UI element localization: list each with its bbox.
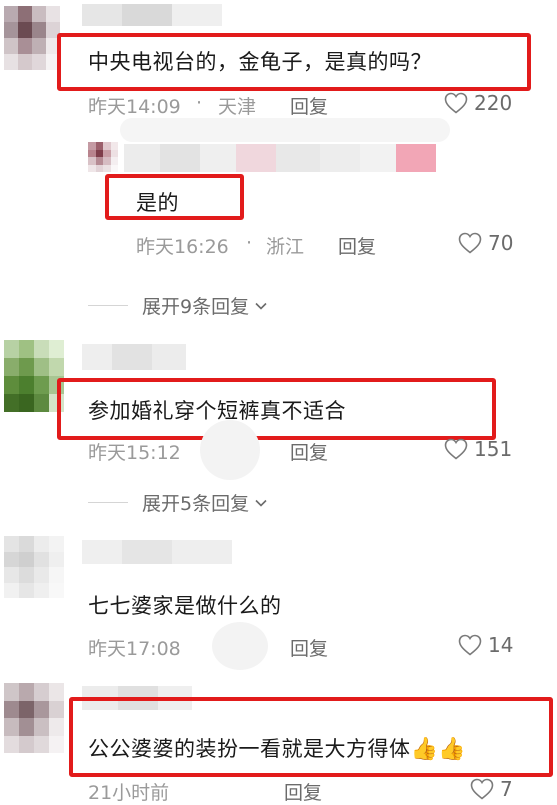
username-blurred[interactable] [82, 344, 186, 370]
avatar[interactable] [4, 340, 64, 412]
like-count: 70 [488, 231, 514, 255]
comment-location: 天津 [218, 96, 257, 118]
avatar[interactable] [4, 683, 64, 753]
divider [88, 502, 128, 503]
comment-time: 昨天17:08 [88, 638, 181, 660]
comment-time: 昨天16:26 [136, 236, 229, 258]
comment-text: 参加婚礼穿个短裤真不适合 [88, 399, 346, 423]
blur-artifact [200, 420, 260, 480]
comment-time: 21小时前 [88, 782, 170, 804]
like-button[interactable]: 14 [458, 633, 513, 657]
expand-label: 展开5条回复 [142, 493, 250, 515]
avatar[interactable] [4, 6, 60, 70]
dot-separator: · [246, 232, 253, 254]
like-button[interactable]: 220 [444, 91, 512, 115]
heart-icon [458, 634, 482, 656]
like-count: 220 [474, 91, 513, 115]
like-count: 151 [474, 437, 513, 461]
heart-icon [444, 438, 468, 460]
expand-replies-button[interactable]: 展开9条回复 [88, 292, 269, 319]
reply-button[interactable]: 回复 [290, 92, 328, 119]
comment-body: 公公婆婆的装扮一看就是大方得体 [88, 737, 411, 761]
heart-icon [444, 92, 468, 114]
username-blurred[interactable] [124, 144, 436, 172]
heart-icon [470, 778, 494, 800]
comment-location: 浙江 [266, 236, 305, 258]
like-button[interactable]: 7 [470, 777, 513, 801]
expand-label: 展开9条回复 [142, 296, 250, 318]
thumbs-up-icon: 👍👍 [410, 737, 467, 762]
reply-button[interactable]: 回复 [338, 232, 376, 259]
comment-text: 七七婆家是做什么的 [88, 594, 282, 618]
like-button[interactable]: 70 [458, 231, 513, 255]
comment-text: 是的 [136, 191, 179, 215]
username-blurred[interactable] [82, 4, 222, 26]
divider [88, 305, 128, 306]
dot-separator: · [196, 92, 203, 114]
like-count: 14 [488, 633, 514, 657]
reply-button[interactable]: 回复 [290, 438, 328, 465]
reply-button[interactable]: 回复 [290, 634, 328, 661]
chevron-down-icon [255, 499, 267, 507]
avatar[interactable] [88, 142, 118, 172]
chevron-down-icon [255, 302, 267, 310]
heart-icon [458, 232, 482, 254]
expand-replies-button[interactable]: 展开5条回复 [88, 489, 269, 516]
comment-time: 昨天15:12 [88, 442, 181, 464]
blur-artifact [120, 118, 450, 142]
comment-time: 昨天14:09 [88, 96, 181, 118]
username-blurred[interactable] [82, 540, 232, 564]
like-button[interactable]: 151 [444, 437, 512, 461]
like-count: 7 [500, 777, 513, 801]
reply-button[interactable]: 回复 [284, 778, 322, 805]
blur-artifact [212, 622, 268, 670]
comment-text: 中央电视台的，金龟子，是真的吗？ [88, 50, 432, 74]
avatar[interactable] [4, 536, 64, 598]
comment-text: 公公婆婆的装扮一看就是大方得体👍👍 [88, 733, 466, 763]
